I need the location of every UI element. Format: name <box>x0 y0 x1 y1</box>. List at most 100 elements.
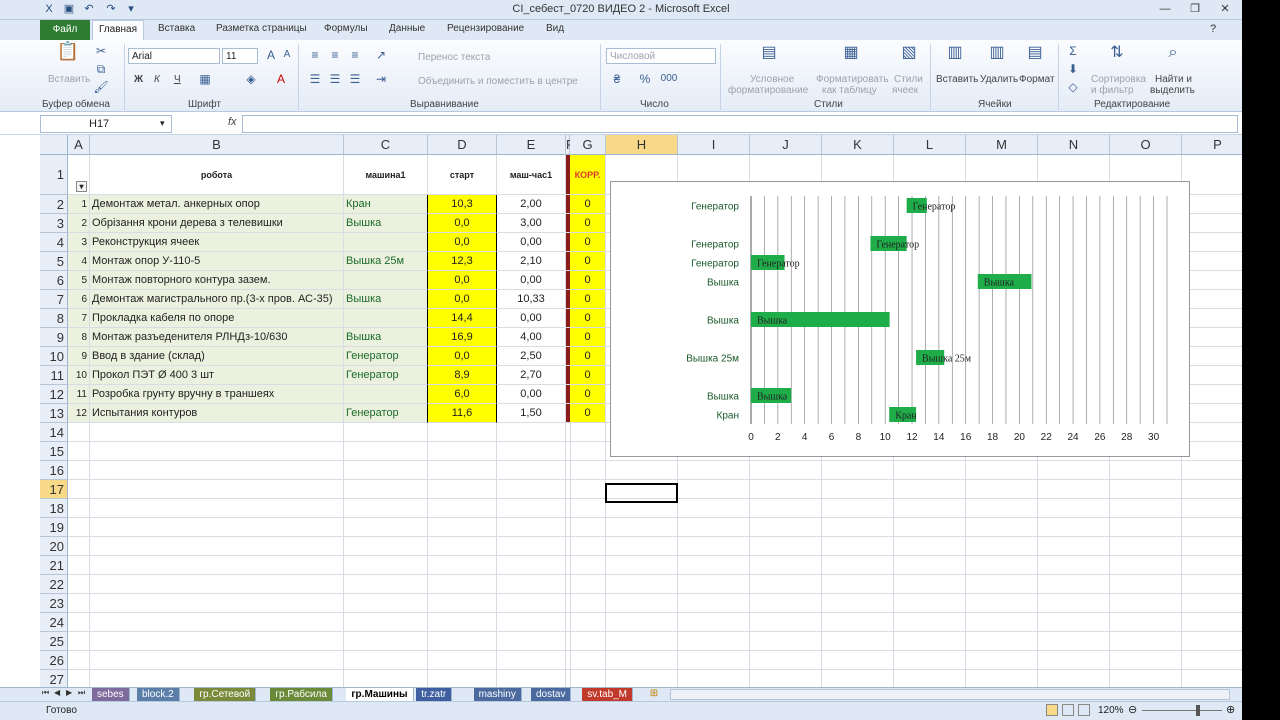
table-cell-machine[interactable]: Вышка <box>344 214 428 233</box>
empty-cell[interactable] <box>497 480 566 499</box>
row-header-22[interactable]: 22 <box>40 575 68 594</box>
empty-cell[interactable] <box>570 556 606 575</box>
empty-cell[interactable] <box>68 442 90 461</box>
empty-cell[interactable] <box>1038 632 1110 651</box>
zoom-level[interactable]: 120% <box>1098 705 1124 716</box>
table-cell-hours[interactable]: 0,00 <box>497 385 566 404</box>
tab-formulas[interactable]: Формулы <box>324 23 368 34</box>
empty-cell[interactable] <box>966 537 1038 556</box>
empty-cell[interactable] <box>966 651 1038 670</box>
empty-cell[interactable] <box>497 632 566 651</box>
empty-cell[interactable] <box>894 556 966 575</box>
row-header-27[interactable]: 27 <box>40 670 68 687</box>
empty-cell[interactable] <box>1182 271 1242 290</box>
empty-cell[interactable] <box>1182 385 1242 404</box>
number-format-select[interactable]: Числовой <box>606 48 716 64</box>
empty-cell[interactable] <box>68 480 90 499</box>
table-cell-machine[interactable]: Вышка <box>344 290 428 309</box>
row-header-6[interactable]: 6 <box>40 271 68 290</box>
empty-cell[interactable] <box>344 518 428 537</box>
align-middle-icon[interactable]: ≡ <box>326 48 344 62</box>
table-cell-hours[interactable]: 0,00 <box>497 271 566 290</box>
empty-cell[interactable] <box>1110 651 1182 670</box>
empty-cell[interactable] <box>497 556 566 575</box>
autosum-icon[interactable]: Σ <box>1064 44 1082 58</box>
empty-cell[interactable] <box>428 480 497 499</box>
table-cell-work[interactable]: Розробка грунту вручну в траншеях <box>90 385 344 404</box>
empty-cell[interactable] <box>497 594 566 613</box>
table-cell-hours[interactable]: 2,50 <box>497 347 566 366</box>
empty-cell[interactable] <box>90 632 344 651</box>
table-cell-work[interactable]: Реконструкция ячеек <box>90 233 344 252</box>
empty-cell[interactable] <box>68 556 90 575</box>
empty-cell[interactable] <box>570 499 606 518</box>
column-header-h[interactable]: H <box>606 135 678 155</box>
empty-cell[interactable] <box>1110 670 1182 687</box>
table-cell-start[interactable]: 8,9 <box>428 366 497 385</box>
column-header-a[interactable]: A <box>68 135 90 155</box>
empty-cell[interactable] <box>1182 518 1242 537</box>
sheet-tab-1[interactable]: block.2 <box>137 688 180 701</box>
empty-cell[interactable] <box>894 499 966 518</box>
empty-cell[interactable] <box>966 461 1038 480</box>
column-header-g[interactable]: G <box>570 135 606 155</box>
table-cell-hours[interactable]: 1,50 <box>497 404 566 423</box>
sort-filter-icon[interactable]: ⇅ <box>1108 45 1126 61</box>
empty-cell[interactable] <box>750 537 822 556</box>
empty-cell[interactable] <box>1110 632 1182 651</box>
empty-cell[interactable] <box>1182 499 1242 518</box>
empty-cell[interactable] <box>678 575 750 594</box>
empty-cell[interactable] <box>606 518 678 537</box>
empty-cell[interactable] <box>570 575 606 594</box>
row-header-21[interactable]: 21 <box>40 556 68 575</box>
empty-cell[interactable] <box>497 518 566 537</box>
empty-cell[interactable] <box>966 556 1038 575</box>
empty-cell[interactable] <box>966 518 1038 537</box>
row-header-5[interactable]: 5 <box>40 252 68 271</box>
header-machine[interactable]: машина1 <box>344 155 428 195</box>
empty-cell[interactable] <box>344 670 428 687</box>
empty-cell[interactable] <box>90 556 344 575</box>
table-cell-hours[interactable]: 10,33 <box>497 290 566 309</box>
empty-cell[interactable] <box>90 594 344 613</box>
clear-icon[interactable]: ◇ <box>1064 80 1082 94</box>
empty-cell[interactable] <box>1182 594 1242 613</box>
empty-cell[interactable] <box>68 651 90 670</box>
tab-page-layout[interactable]: Разметка страницы <box>216 23 307 34</box>
empty-cell[interactable] <box>966 632 1038 651</box>
row-header-16[interactable]: 16 <box>40 461 68 480</box>
empty-cell[interactable] <box>428 632 497 651</box>
empty-cell[interactable] <box>1182 632 1242 651</box>
table-cell-machine[interactable]: Кран <box>344 195 428 214</box>
empty-cell[interactable] <box>570 670 606 687</box>
column-header-p[interactable]: P <box>1182 135 1242 155</box>
table-cell-machine[interactable]: Генератор <box>344 404 428 423</box>
insert-cells-icon[interactable]: ▥ <box>946 45 964 61</box>
format-as-table-icon[interactable]: ▦ <box>842 45 860 61</box>
shrink-font-icon[interactable]: A <box>278 48 296 62</box>
row-header-7[interactable]: 7 <box>40 290 68 309</box>
empty-cell[interactable] <box>344 613 428 632</box>
empty-cell[interactable] <box>90 651 344 670</box>
empty-cell[interactable] <box>1182 366 1242 385</box>
empty-cell[interactable] <box>822 518 894 537</box>
empty-cell[interactable] <box>570 613 606 632</box>
empty-cell[interactable] <box>1038 537 1110 556</box>
format-as-table-label-2[interactable]: как таблицу <box>822 85 877 96</box>
name-box-dropdown-icon[interactable]: ▾ <box>160 118 165 129</box>
empty-cell[interactable] <box>678 556 750 575</box>
empty-cell[interactable] <box>1038 499 1110 518</box>
paste-button[interactable]: Вставить <box>48 74 90 85</box>
empty-cell[interactable] <box>68 423 90 442</box>
delete-cells-icon[interactable]: ▥ <box>988 45 1006 61</box>
comma-style-icon[interactable]: 000 <box>660 72 678 86</box>
empty-cell[interactable] <box>750 518 822 537</box>
empty-cell[interactable] <box>1182 404 1242 423</box>
empty-cell[interactable] <box>750 575 822 594</box>
table-cell-n[interactable]: 2 <box>68 214 90 233</box>
table-cell-work[interactable]: Монтаж опор У-110-5 <box>90 252 344 271</box>
empty-cell[interactable] <box>1182 233 1242 252</box>
row-header-24[interactable]: 24 <box>40 613 68 632</box>
empty-cell[interactable] <box>90 480 344 499</box>
table-cell-corr[interactable]: 0 <box>570 214 606 233</box>
